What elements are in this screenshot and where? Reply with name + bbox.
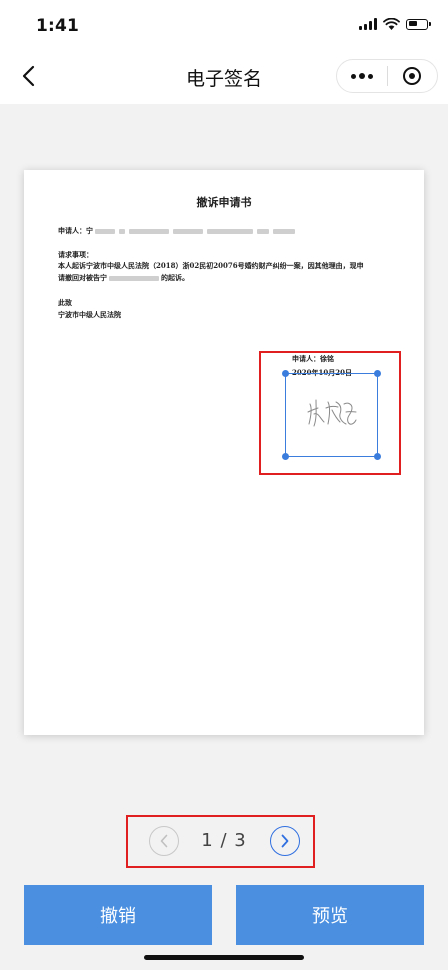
- cancel-button[interactable]: 撤销: [24, 885, 212, 945]
- chevron-left-icon: [160, 834, 168, 848]
- document-title: 撤诉申请书: [196, 196, 252, 209]
- status-icons: [359, 18, 431, 30]
- miniprogram-capsule: [336, 59, 438, 93]
- closing-line: 此致: [58, 298, 72, 307]
- home-indicator: [144, 955, 304, 960]
- close-miniprogram-button[interactable]: [387, 60, 437, 92]
- resize-handle-bottom-left[interactable]: [282, 453, 289, 460]
- chevron-right-icon: [281, 834, 289, 848]
- resize-handle-top-left[interactable]: [282, 370, 289, 377]
- wifi-icon: [383, 18, 400, 30]
- battery-icon: [406, 18, 431, 30]
- prev-page-button[interactable]: [149, 826, 179, 856]
- miniprogram-close-icon: [403, 67, 422, 85]
- status-bar: 1:41: [0, 0, 448, 50]
- handwritten-signature: [307, 399, 357, 427]
- request-body-line-2: 请撤回对被告宁 的起诉。: [58, 273, 189, 282]
- preview-button[interactable]: 预览: [236, 885, 424, 945]
- resize-handle-top-right[interactable]: [374, 370, 381, 377]
- status-time: 1:41: [36, 16, 80, 36]
- cellular-signal-icon: [359, 18, 377, 30]
- court-line: 宁波市中级人民法院: [58, 310, 121, 319]
- more-button[interactable]: [337, 60, 387, 92]
- more-dots-icon: [350, 73, 356, 79]
- next-page-button[interactable]: [270, 826, 300, 856]
- page-indicator: 1 / 3: [201, 830, 247, 851]
- nav-bar: 电子签名: [0, 50, 448, 104]
- signature-selection-box[interactable]: [282, 370, 381, 460]
- request-heading: 请求事项：: [58, 250, 93, 259]
- resize-handle-bottom-right[interactable]: [374, 453, 381, 460]
- request-body-line-1: 本人起诉宁波市中级人民法院（2018）浙02民初20076号婚约财产纠纷一案，因…: [58, 261, 364, 270]
- applicant-line: 申请人：宁: [58, 226, 297, 236]
